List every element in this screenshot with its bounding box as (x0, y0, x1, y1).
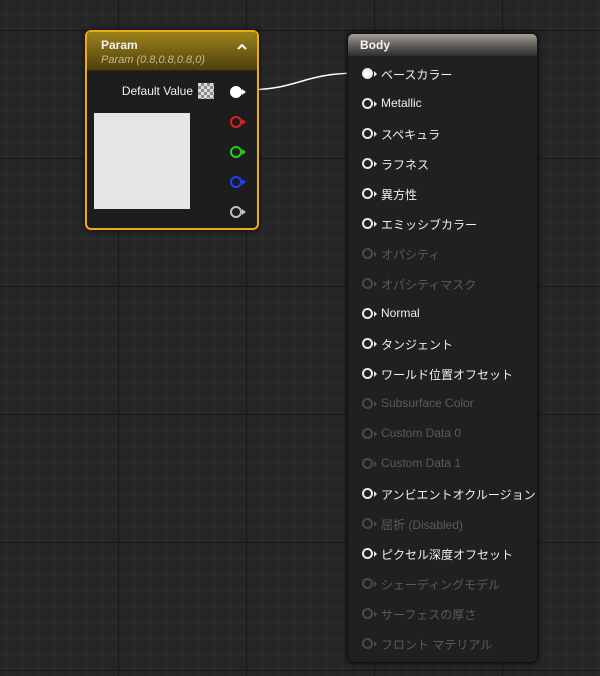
input-pin-label: Subsurface Color (381, 396, 474, 410)
input-pin-label: Custom Data 0 (381, 426, 462, 440)
input-pin-label: シェーディングモデル (381, 578, 501, 592)
input-pin-label: ワールド位置オフセット (381, 368, 514, 382)
input-pin-label: ラフネス (381, 158, 430, 172)
param-node[interactable]: Param Param (0.8,0.8,0.8,0) Default Valu… (85, 30, 259, 230)
input-pin-row[interactable]: ピクセル深度オフセット (348, 539, 537, 569)
input-pin-row[interactable]: ラフネス (348, 149, 537, 179)
input-pin-label: Custom Data 1 (381, 456, 462, 470)
color-preview (94, 113, 190, 209)
input-pin-label: オパシティマスク (381, 278, 477, 292)
input-pin-icon[interactable] (362, 488, 377, 499)
input-pin-label: Normal (381, 306, 420, 320)
input-pin-row[interactable]: アンビエントオクルージョン (348, 479, 537, 509)
input-pin-label: 屈折 (Disabled) (381, 518, 464, 532)
input-pin-icon[interactable] (362, 578, 377, 589)
input-pin-row[interactable]: Normal (348, 299, 537, 329)
input-pin-row[interactable]: エミッシブカラー (348, 209, 537, 239)
input-pin-label: タンジェント (381, 338, 454, 352)
input-pin-label: サーフェスの厚さ (381, 608, 477, 622)
input-pin-icon[interactable] (362, 68, 377, 79)
input-pin-icon[interactable] (362, 548, 377, 559)
input-pin-icon[interactable] (362, 128, 377, 139)
chevron-up-icon[interactable] (235, 41, 249, 55)
input-pin-icon[interactable] (362, 158, 377, 169)
output-pin-a[interactable] (230, 206, 246, 218)
input-pin-icon[interactable] (362, 638, 377, 649)
output-pin-rgba[interactable] (230, 86, 246, 98)
input-pin-row[interactable]: Custom Data 1 (348, 449, 537, 479)
input-pin-row[interactable]: 異方性 (348, 179, 537, 209)
input-pin-label: スペキュラ (381, 128, 441, 142)
input-pin-row[interactable]: ワールド位置オフセット (348, 359, 537, 389)
input-pin-row[interactable]: オパシティ (348, 239, 537, 269)
input-pin-icon[interactable] (362, 338, 377, 349)
input-pin-row[interactable]: サーフェスの厚さ (348, 599, 537, 629)
input-pin-icon[interactable] (362, 278, 377, 289)
body-input-pins: ベースカラー Metallic スペキュララフネス異方性エミッシブカラー オパシティオ… (348, 59, 537, 659)
param-node-title: Param (101, 38, 138, 52)
input-pin-icon[interactable] (362, 608, 377, 619)
input-pin-icon[interactable] (362, 458, 377, 469)
input-pin-icon[interactable] (362, 188, 377, 199)
output-pin-b[interactable] (230, 176, 246, 188)
input-pin-label: オパシティ (381, 248, 441, 262)
input-pin-row[interactable]: Subsurface Color (348, 389, 537, 419)
input-pin-label: フロント マテリアル (381, 638, 493, 652)
input-pin-label: 異方性 (381, 188, 418, 202)
input-pin-row[interactable]: タンジェント (348, 329, 537, 359)
input-pin-label: Metallic (381, 96, 422, 110)
input-pin-icon[interactable] (362, 428, 377, 439)
input-pin-label: ピクセル深度オフセット (381, 548, 514, 562)
param-node-header[interactable]: Param Param (0.8,0.8,0.8,0) (87, 32, 257, 71)
input-pin-label: ベースカラー (381, 68, 453, 82)
input-pin-label: アンビエントオクルージョン (381, 488, 536, 502)
input-pin-icon[interactable] (362, 98, 377, 109)
output-pin-g[interactable] (230, 146, 246, 158)
param-node-subtitle: Param (0.8,0.8,0.8,0) (101, 54, 205, 66)
input-pin-row[interactable]: フロント マテリアル (348, 629, 537, 659)
input-pin-icon[interactable] (362, 248, 377, 259)
input-pin-row[interactable]: 屈折 (Disabled) (348, 509, 537, 539)
input-pin-row[interactable]: Metallic (348, 89, 537, 119)
body-node-title: Body (360, 38, 390, 52)
input-pin-icon[interactable] (362, 368, 377, 379)
input-pin-row[interactable]: オパシティマスク (348, 269, 537, 299)
body-node[interactable]: Body ベースカラー Metallic スペキュララフネス異方性エミッシブカラーオ… (347, 33, 538, 663)
input-pin-row[interactable]: ベースカラー (348, 59, 537, 89)
input-pin-label: エミッシブカラー (381, 218, 478, 232)
input-pin-icon[interactable] (362, 218, 377, 229)
body-node-header[interactable]: Body (348, 34, 537, 56)
input-pin-icon[interactable] (362, 518, 377, 529)
input-pin-icon[interactable] (362, 398, 377, 409)
input-pin-row[interactable]: スペキュラ (348, 119, 537, 149)
input-pin-icon[interactable] (362, 308, 377, 319)
checkerboard-swatch-icon[interactable] (198, 83, 214, 99)
input-pin-row[interactable]: Custom Data 0 (348, 419, 537, 449)
output-pin-r[interactable] (230, 116, 246, 128)
input-pin-row[interactable]: シェーディングモデル (348, 569, 537, 599)
default-value-label: Default Value (121, 84, 193, 98)
